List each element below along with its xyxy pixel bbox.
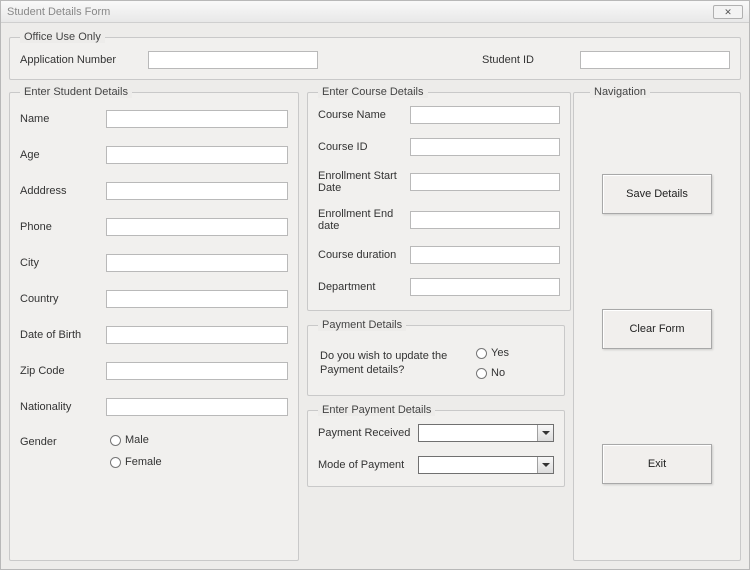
pay-yes-radio[interactable] [476, 348, 487, 359]
address-input[interactable] [106, 182, 288, 200]
enroll-end-input[interactable] [410, 211, 560, 229]
application-number-input[interactable] [148, 51, 318, 69]
student-legend: Enter Student Details [20, 86, 132, 98]
dob-input[interactable] [106, 326, 288, 344]
payment-q-legend: Payment Details [318, 319, 406, 331]
pay-no-option[interactable]: No [476, 367, 509, 379]
gender-male-option[interactable]: Male [110, 434, 162, 446]
payment-received-label: Payment Received [318, 427, 418, 439]
nationality-input[interactable] [106, 398, 288, 416]
city-label: City [20, 257, 106, 269]
course-legend: Enter Course Details [318, 86, 428, 98]
phone-label: Phone [20, 221, 106, 233]
zip-label: Zip Code [20, 365, 106, 377]
payment-mode-label: Mode of Payment [318, 459, 418, 471]
office-use-fieldset: Office Use Only Application Number Stude… [9, 31, 741, 80]
nationality-label: Nationality [20, 401, 106, 413]
course-details-fieldset: Enter Course Details Course Name Course … [307, 86, 571, 311]
name-label: Name [20, 113, 106, 125]
age-input[interactable] [106, 146, 288, 164]
chevron-down-icon [537, 425, 553, 441]
client-area: Office Use Only Application Number Stude… [1, 23, 749, 569]
zip-input[interactable] [106, 362, 288, 380]
window-titlebar: Student Details Form ✕ [1, 1, 749, 23]
office-legend: Office Use Only [20, 31, 105, 43]
student-details-window: Student Details Form ✕ Office Use Only A… [0, 0, 750, 570]
navigation-fieldset: Navigation Save Details Clear Form Exit [573, 86, 741, 561]
enroll-end-label: Enrollment End date [318, 208, 410, 232]
course-name-label: Course Name [318, 109, 410, 121]
phone-input[interactable] [106, 218, 288, 236]
pay-no-radio[interactable] [476, 368, 487, 379]
payment-question-fieldset: Payment Details Do you wish to update th… [307, 319, 565, 396]
country-input[interactable] [106, 290, 288, 308]
payment-mode-select[interactable] [418, 456, 554, 474]
pay-yes-option[interactable]: Yes [476, 347, 509, 359]
gender-female-radio[interactable] [110, 457, 121, 468]
course-duration-label: Course duration [318, 249, 410, 261]
student-id-label: Student ID [482, 54, 562, 66]
clear-form-button[interactable]: Clear Form [602, 309, 712, 349]
application-number-label: Application Number [20, 54, 130, 66]
enroll-start-input[interactable] [410, 173, 560, 191]
nav-legend: Navigation [590, 86, 650, 98]
payment-received-select[interactable] [418, 424, 554, 442]
country-label: Country [20, 293, 106, 305]
course-duration-input[interactable] [410, 246, 560, 264]
course-id-label: Course ID [318, 141, 410, 153]
student-id-input[interactable] [580, 51, 730, 69]
department-input[interactable] [410, 278, 560, 296]
gender-male-radio[interactable] [110, 435, 121, 446]
course-id-input[interactable] [410, 138, 560, 156]
department-label: Department [318, 281, 410, 293]
dob-label: Date of Birth [20, 329, 106, 341]
gender-female-option[interactable]: Female [110, 456, 162, 468]
enroll-start-label: Enrollment Start Date [318, 170, 410, 194]
name-input[interactable] [106, 110, 288, 128]
age-label: Age [20, 149, 106, 161]
city-input[interactable] [106, 254, 288, 272]
course-name-input[interactable] [410, 106, 560, 124]
address-label: Adddress [20, 185, 106, 197]
student-details-fieldset: Enter Student Details Name Age Adddress … [9, 86, 299, 561]
payment-question-text: Do you wish to update the Payment detail… [320, 349, 460, 378]
save-details-button[interactable]: Save Details [602, 174, 712, 214]
payment-details-fieldset: Enter Payment Details Payment Received M… [307, 404, 565, 487]
gender-label: Gender [20, 434, 106, 448]
close-icon[interactable]: ✕ [713, 5, 743, 19]
chevron-down-icon [537, 457, 553, 473]
exit-button[interactable]: Exit [602, 444, 712, 484]
window-title: Student Details Form [7, 6, 110, 18]
payment-details-legend: Enter Payment Details [318, 404, 435, 416]
